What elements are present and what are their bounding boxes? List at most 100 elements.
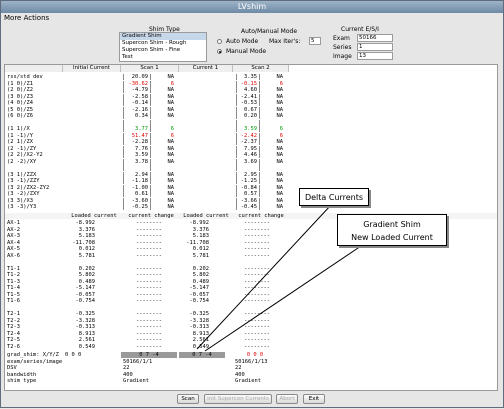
table-row: (5 0)/Z5 -2.16 NA 0.67 NA [5,106,497,113]
exit-button[interactable]: Exit [303,394,325,404]
grad-delta-current2: 0 7 -4 [179,352,225,358]
table-row: (2 2)/X2-Y2 3.59 NA 4.46 NA [5,152,497,158]
current-change-2: -------- [244,330,270,337]
scan1-value: 3.78 [123,158,151,165]
row-name: T1-5 [7,291,20,298]
scan1-value: 3.59 [123,152,151,158]
row-name: rss/std dev [7,74,43,80]
current-change: -------- [136,285,162,291]
col-header-scan1: Scan 1 [121,65,179,72]
current-change-2: -------- [244,285,270,291]
image-input[interactable]: 13 [357,52,393,60]
loaded-current: -5.147 [75,285,95,291]
loaded-current: -0.325 [75,311,95,317]
grad-shim-label: grad_shim: X/Y/Z [7,352,59,358]
exam-input[interactable]: 50166 [357,34,393,42]
abort-button[interactable]: Abort [276,394,298,404]
loaded-current-header: Loaded current [71,213,117,219]
row-name [7,259,63,265]
row-name: (2 -1)/ZY [7,145,37,152]
table-row: (3 0)/Z3 -2.58 NA -2.41 NA [5,93,497,100]
loaded-current-2: -5.147 [189,285,209,291]
row-name: T2-1 [7,311,20,317]
mode-group: Auto/Manual Mode Auto Mode Max Iter's: 5… [213,26,323,62]
scan2-value: -0.45 [236,204,260,210]
lvshim-window: LVshim More Actions Shim Type Gradient S… [0,0,504,408]
mode-label: Auto/Manual Mode [241,28,298,35]
scan1-value: -30.62 [123,80,151,87]
menu-more-actions[interactable]: More Actions [1,13,503,23]
shim-type-item[interactable]: Test [120,54,206,61]
loaded-current: 0.202 [78,265,95,272]
loaded-current-2: -11.708 [186,239,209,246]
scan2-value: 0.20 [236,113,260,119]
table-row: (3 3)/X3 -3.60 NA -3.66 NA [5,197,497,204]
row-name: AX-2 [7,226,20,233]
scan-button[interactable]: Scan [177,394,199,404]
series-input[interactable]: 1 [357,43,393,51]
current-change-2 [237,259,277,265]
table-row: (2 -1)/ZY 7.76 NA 7.95 NA [5,145,497,152]
table-row: T1-2 5.802 -------- 5.802 -------- [5,272,497,278]
scan2-tag: 6 [279,132,283,139]
scan2-tag: NA [276,158,284,165]
shim-type-item[interactable]: Gradient Shim [120,33,206,40]
row-name [7,305,63,311]
scan2-tag: NA [276,100,284,106]
loaded-current-2: 2.561 [192,337,209,343]
current-change: -------- [136,220,162,226]
loaded-current: 0.549 [78,343,95,350]
table-row: (4 0)/Z4 -0.14 NA -0.53 NA [5,100,497,106]
shim-type-1: Gradient [123,378,149,384]
scan1-tag: NA [167,184,175,191]
grad-shim-row: grad_shim: X/Y/Z 0 0 0 0 7 -4 0 7 -4 0 0 0 [5,352,497,358]
max-iter-input[interactable]: 5 [309,37,321,45]
row-name: (2 -2)/XY [7,158,37,165]
shim-type-item[interactable]: Supercon Shim - Fine [120,47,206,54]
loaded-current-2: -0.057 [189,291,209,298]
row-name: (1 1)/X [7,126,30,132]
loaded-current-2: -3.328 [189,317,209,324]
scan1-tag [152,165,174,171]
current-change-2: -------- [244,252,270,259]
loaded-current-2: 0.012 [192,246,209,252]
current-change-2: -------- [244,246,270,252]
shim-type-item[interactable]: Supercon Shim - Rough [120,40,206,47]
table-row [5,165,497,171]
row-name: AX-6 [7,252,20,259]
scan2-value: 4.60 [236,87,260,93]
scan2-value: 0.67 [236,106,260,113]
table-row: (3 -2)/ZXY 0.61 NA 0.57 NA [5,191,497,197]
current-change-2: -------- [244,265,270,272]
current-change [129,305,169,311]
row-name [7,165,63,171]
scan2-value: -1.25 [236,178,260,184]
loaded-current: -3.328 [75,317,95,324]
col-header-current1: Current 1 [179,65,233,72]
scan1-tag: NA [167,145,175,152]
shim-type-list[interactable]: Gradient Shim Supercon Shim - Rough Supe… [119,32,207,62]
loaded-current-header-2: Loaded current [183,213,229,219]
init-supercon-currents-button[interactable]: Init Supercon Currents [204,394,272,404]
current-change: -------- [136,317,162,324]
table-row: AX-5 0.012 -------- 0.012 -------- [5,246,497,252]
callout-delta-text: Delta Currents [304,193,364,202]
table-row: (2 0)/Z2 -4.79 NA 4.60 NA [5,87,497,93]
table-row: T2-5 2.561 -------- 2.561 -------- [5,337,497,343]
scan2-tag: NA [276,178,284,184]
auto-mode-radio[interactable] [217,39,222,44]
table-row: T1-5 -0.057 -------- -0.057 -------- [5,291,497,298]
loaded-current-2 [179,305,209,311]
table-row: AX-6 5.781 -------- 5.781 -------- [5,252,497,259]
scan1-value: 3.77 [123,126,151,132]
scan1-value: -2.58 [123,93,151,100]
esi-current1: 50166/1/1 [123,358,153,365]
row-name: T1-3 [7,278,20,285]
current-change: -------- [136,272,162,278]
scan2-value: -3.66 [236,197,260,204]
scan2-value: -2.41 [236,93,260,100]
loaded-current: 5.802 [78,272,95,278]
manual-mode-radio[interactable] [217,49,222,54]
row-name: (3 -2)/ZXY [7,191,40,197]
current-change: -------- [136,278,162,285]
